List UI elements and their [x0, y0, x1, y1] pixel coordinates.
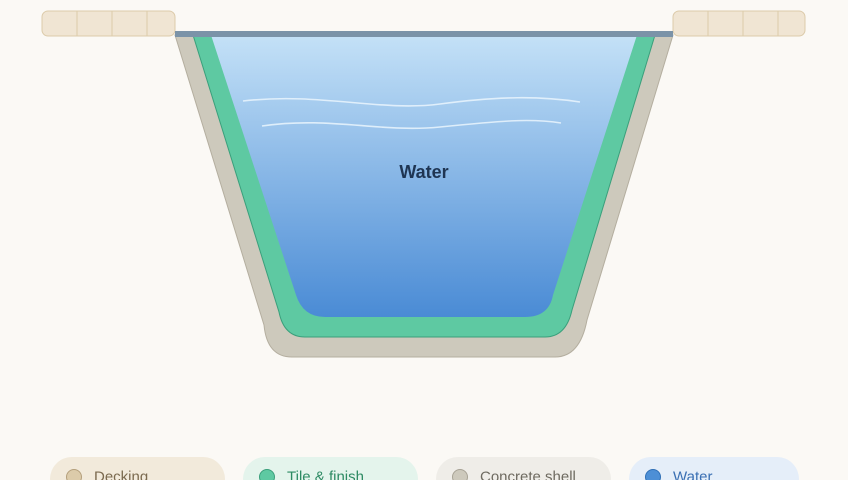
- legend-label-concrete-shell: Concrete shell: [480, 468, 576, 480]
- water-label: Water: [399, 162, 448, 182]
- decking-left: [41, 10, 176, 37]
- shell-swatch-icon: [452, 469, 468, 480]
- decking-swatch-icon: [66, 469, 82, 480]
- legend-label-water: Water: [673, 468, 713, 480]
- pool-cross-section-diagram: Water: [41, 10, 806, 358]
- legend-label-decking: Decking: [94, 468, 149, 480]
- decking-right: [672, 10, 806, 37]
- water-swatch-icon: [645, 469, 661, 480]
- legend-item-concrete-shell: Concrete shell: [436, 457, 611, 480]
- legend-item-water: Water: [629, 457, 799, 480]
- legend-label-tile-finish: Tile & finish: [287, 468, 364, 480]
- legend-item-tile-finish: Tile & finish: [243, 457, 418, 480]
- legend-item-decking: Decking: [50, 457, 225, 480]
- tile-swatch-icon: [259, 469, 275, 480]
- coping-edge: [175, 31, 673, 37]
